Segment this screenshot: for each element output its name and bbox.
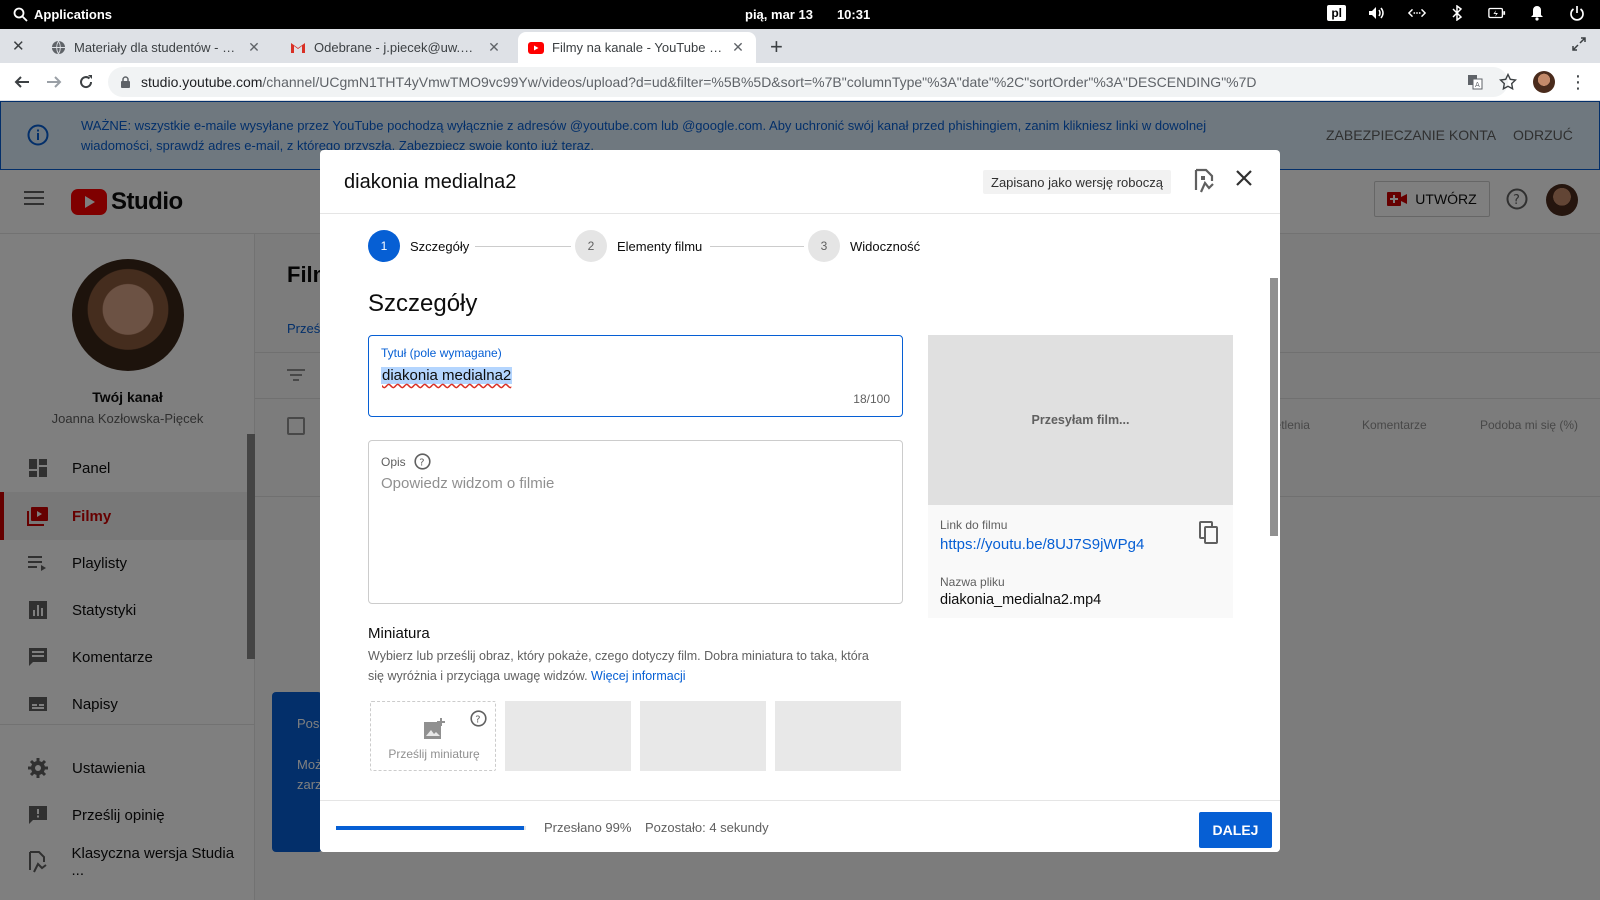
bluetooth-icon[interactable] bbox=[1448, 4, 1466, 22]
close-dialog-icon[interactable] bbox=[1234, 168, 1254, 193]
tab-close-icon[interactable]: ✕ bbox=[730, 39, 746, 56]
step-video-elements[interactable]: 2 Elementy filmu bbox=[575, 230, 702, 262]
dialog-scrollbar[interactable] bbox=[1270, 278, 1278, 536]
dialog-title: diakonia medialna2 bbox=[344, 171, 517, 193]
browser-toolbar: studio.youtube.com/channel/UCgmN1THT4yVm… bbox=[0, 63, 1600, 101]
system-top-bar: Applications pią, mar 13 10:31 pl bbox=[0, 0, 1600, 29]
copy-icon[interactable] bbox=[1199, 521, 1219, 550]
power-icon[interactable] bbox=[1568, 4, 1586, 22]
translate-icon[interactable]: A bbox=[1463, 70, 1487, 94]
title-char-counter: 18/100 bbox=[853, 392, 890, 406]
upload-details-dialog: diakonia medialna2 Zapisano jako wersję … bbox=[320, 150, 1280, 852]
svg-text:A: A bbox=[1475, 81, 1480, 89]
description-field-label: Opis ? bbox=[381, 453, 431, 470]
video-preview-panel: Przesyłam film... Link do filmu https://… bbox=[928, 335, 1233, 618]
description-label-text: Opis bbox=[381, 454, 406, 469]
browser-tab[interactable]: Materiały dla studentów - Jan K ✕ bbox=[40, 32, 272, 63]
title-field-label: Tytuł (pole wymagane) bbox=[381, 346, 502, 360]
gmail-icon bbox=[290, 40, 306, 56]
next-button[interactable]: DALEJ bbox=[1199, 812, 1272, 848]
url-host: studio.youtube.com bbox=[141, 74, 263, 90]
add-photo-icon bbox=[423, 718, 445, 745]
tab-close-icon[interactable]: ✕ bbox=[246, 39, 262, 56]
step-number: 2 bbox=[575, 230, 607, 262]
clock[interactable]: pią, mar 13 10:31 bbox=[745, 7, 870, 22]
step-number: 1 bbox=[368, 230, 400, 262]
thumbnail-description: Wybierz lub prześlij obraz, który pokaże… bbox=[368, 646, 888, 686]
svg-text:?: ? bbox=[419, 458, 424, 469]
site-globe-icon bbox=[50, 40, 66, 56]
video-link-label: Link do filmu bbox=[940, 518, 1008, 532]
step-visibility[interactable]: 3 Widoczność bbox=[808, 230, 920, 262]
lock-icon[interactable] bbox=[120, 75, 131, 89]
help-icon[interactable]: ? bbox=[470, 710, 487, 732]
video-link[interactable]: https://youtu.be/8UJ7S9jWPg4 bbox=[940, 536, 1144, 553]
step-label: Widoczność bbox=[850, 238, 921, 254]
reload-icon[interactable] bbox=[74, 70, 98, 94]
dialog-header: diakonia medialna2 Zapisano jako wersję … bbox=[320, 150, 1280, 214]
upload-preview: Przesyłam film... bbox=[928, 335, 1233, 505]
browser-menu-icon[interactable]: ⋮ bbox=[1566, 70, 1590, 94]
upload-percent-text: Przesłano 99% bbox=[544, 820, 632, 835]
forward-arrow-icon[interactable] bbox=[42, 70, 66, 94]
browser-tab-strip: ✕ Materiały dla studentów - Jan K ✕ Odeb… bbox=[0, 29, 1600, 87]
draft-status-badge: Zapisano jako wersję roboczą bbox=[983, 170, 1171, 194]
restore-window-icon[interactable] bbox=[1572, 37, 1586, 56]
help-icon[interactable]: ? bbox=[414, 453, 431, 470]
battery-icon[interactable] bbox=[1488, 4, 1506, 22]
send-feedback-icon[interactable] bbox=[1193, 168, 1215, 199]
time-text: 10:31 bbox=[836, 7, 871, 22]
title-input[interactable]: diakonia medialna2 bbox=[381, 367, 513, 384]
search-icon bbox=[13, 7, 28, 22]
step-details[interactable]: 1 Szczegóły bbox=[368, 230, 469, 262]
title-field[interactable]: Tytuł (pole wymagane) diakonia medialna2… bbox=[368, 335, 903, 417]
new-tab-icon[interactable]: + bbox=[770, 34, 783, 60]
upload-progress-fill bbox=[336, 826, 525, 830]
thumbnail-option[interactable] bbox=[775, 701, 901, 771]
upload-thumbnail-label: Prześlij miniaturę bbox=[388, 747, 480, 761]
applications-label: Applications bbox=[34, 7, 113, 22]
step-number: 3 bbox=[808, 230, 840, 262]
thumbnail-heading: Miniatura bbox=[368, 625, 430, 642]
upload-status-text: Przesyłam film... bbox=[1031, 413, 1130, 427]
browser-tab-active[interactable]: Filmy na kanale - YouTube Studio ✕ bbox=[518, 32, 756, 63]
description-field[interactable]: Opis ? Opowiedz widzom o filmie bbox=[368, 440, 903, 604]
tab-title: Filmy na kanale - YouTube Studio bbox=[552, 40, 724, 55]
section-heading: Szczegóły bbox=[368, 290, 478, 317]
tab-close-icon[interactable]: ✕ bbox=[486, 39, 502, 56]
step-connector bbox=[475, 246, 571, 247]
time-remaining-text: Pozostało: 4 sekundy bbox=[645, 820, 769, 835]
address-bar[interactable]: studio.youtube.com/channel/UCgmN1THT4yVm… bbox=[108, 67, 1508, 97]
step-label: Elementy filmu bbox=[617, 238, 703, 254]
learn-more-link[interactable]: Więcej informacji bbox=[591, 669, 685, 683]
youtube-icon bbox=[528, 40, 544, 56]
url-path: /channel/UCgmN1THT4yVmwTMO9vc99Yw/videos… bbox=[262, 74, 1257, 90]
back-arrow-icon[interactable] bbox=[10, 70, 34, 94]
thumbnail-option[interactable] bbox=[640, 701, 766, 771]
dialog-footer: Przesłano 99% Pozostało: 4 sekundy DALEJ bbox=[320, 800, 1280, 852]
upload-stepper: 1 Szczegóły 2 Elementy filmu 3 Widocznoś… bbox=[368, 230, 968, 262]
applications-menu[interactable]: Applications bbox=[0, 7, 112, 22]
file-name-label: Nazwa pliku bbox=[940, 575, 1005, 589]
bookmark-star-icon[interactable] bbox=[1496, 70, 1520, 94]
step-label: Szczegóły bbox=[410, 238, 470, 254]
file-name: diakonia_medialna2.mp4 bbox=[940, 592, 1102, 608]
upload-thumbnail-button[interactable]: ? Prześlij miniaturę bbox=[370, 701, 496, 771]
notifications-bell-icon[interactable] bbox=[1528, 4, 1546, 22]
volume-icon[interactable] bbox=[1368, 4, 1386, 22]
browser-tab[interactable]: Odebrane - j.piecek@uw.edu.pl ✕ bbox=[280, 32, 512, 63]
date-text: pią, mar 13 bbox=[745, 7, 813, 22]
step-connector bbox=[710, 246, 804, 247]
tab-title: Odebrane - j.piecek@uw.edu.pl bbox=[314, 40, 480, 55]
description-input[interactable]: Opowiedz widzom o filmie bbox=[381, 475, 554, 492]
svg-text:?: ? bbox=[475, 715, 480, 726]
upload-progress-bar bbox=[336, 826, 526, 830]
close-window-icon[interactable]: ✕ bbox=[12, 37, 25, 55]
system-tray: pl bbox=[1327, 4, 1586, 22]
tab-title: Materiały dla studentów - Jan K bbox=[74, 40, 240, 55]
profile-avatar[interactable] bbox=[1532, 70, 1556, 94]
thumbnail-option[interactable] bbox=[505, 701, 631, 771]
keyboard-layout-indicator[interactable]: pl bbox=[1327, 5, 1346, 21]
network-icon[interactable] bbox=[1408, 4, 1426, 22]
